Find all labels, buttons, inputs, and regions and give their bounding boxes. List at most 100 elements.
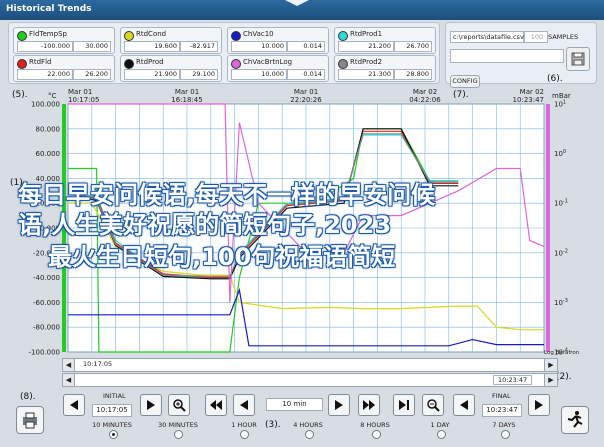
scale-label: Log Barafron (544, 350, 580, 356)
radio-1-day[interactable] (437, 430, 446, 439)
zoom-in-button[interactable] (168, 394, 190, 416)
series-high-value[interactable]: 29.100 (180, 69, 218, 80)
step-interval-field[interactable]: 10 min (266, 398, 323, 411)
right-axis-bar (546, 104, 550, 352)
series-high-value[interactable]: 28.800 (394, 69, 432, 80)
overlay-text-line-3: 最火生日短句,100句祝福语简短 (48, 243, 396, 271)
nav-forward-button[interactable] (140, 394, 162, 416)
time-tick-date: Mar 01 (175, 88, 199, 96)
left-unit-label: °C (48, 92, 57, 100)
series-name: RtdFld (29, 58, 52, 66)
time-tick-date: Mar 02 (520, 88, 544, 96)
zoom-out-button[interactable] (422, 394, 444, 416)
time-tick-date: Mar 01 (68, 88, 92, 96)
file-panel: c:\reports\datafile.csv 100 SAMPLES CONF… (445, 22, 597, 88)
series-name: RtdProd (136, 58, 164, 66)
series-high-value[interactable]: 0.014 (287, 69, 325, 80)
run-button[interactable] (561, 406, 589, 434)
legend-item[interactable]: FldTempSp -100.000 30.000 (13, 27, 115, 54)
series-color-dot (17, 31, 27, 41)
final-time-field[interactable]: 10:23:47 (482, 404, 522, 417)
runner-icon (567, 411, 583, 428)
file-name-field[interactable] (450, 49, 564, 63)
y-tick-label-right: 10-1 (554, 199, 568, 208)
time-tick-date: Mar 01 (294, 88, 318, 96)
radio-4-hours[interactable] (305, 430, 314, 439)
series-name: RtdCond (136, 30, 167, 38)
series-low-value[interactable]: 19.600 (124, 41, 180, 52)
series-color-dot (231, 31, 241, 41)
scroll-right-arrow[interactable]: ▶ (544, 373, 558, 387)
legend-panel: FldTempSp -100.000 30.000 RtdCond 19.600… (8, 22, 440, 84)
printer-icon (23, 412, 37, 429)
y-tick-label-left: 80.000 (36, 125, 61, 133)
radio-7-days[interactable] (501, 430, 510, 439)
radio-8-hours[interactable] (372, 430, 381, 439)
step-back-button[interactable] (233, 394, 255, 416)
fast-rewind-button[interactable] (205, 394, 227, 416)
range-right-arrow[interactable]: ▶ (544, 358, 558, 372)
series-high-value[interactable]: -82.917 (180, 41, 218, 52)
arrow-right-icon (335, 400, 343, 410)
series-high-value[interactable]: 30.000 (73, 41, 111, 52)
series-low-value[interactable]: -100.000 (17, 41, 73, 52)
zoom-in-icon (173, 399, 186, 412)
radio-label: 8 HOURS (360, 421, 390, 429)
time-tick-time: 16:18:45 (171, 96, 202, 104)
step-forward-button[interactable] (328, 394, 350, 416)
time-scroll-bar[interactable]: ◀ 10:23:47 (62, 373, 546, 387)
series-high-value[interactable]: 26.200 (73, 69, 111, 80)
radio-10-minutes[interactable] (109, 430, 118, 439)
scroll-left-arrow[interactable]: ◀ (63, 374, 75, 386)
radio-30-minutes[interactable] (174, 430, 183, 439)
final-back-button[interactable] (453, 394, 475, 416)
radio-label: 4 HOURS (293, 421, 323, 429)
navigation-panel: INITIAL 10:17:05 10 min FINAL 10:23:47 1… (8, 388, 596, 444)
legend-item[interactable]: RtdFld 22.000 26.200 (13, 55, 115, 82)
series-color-dot (124, 31, 134, 41)
series-name: FldTempSp (29, 30, 67, 38)
radio-label: 7 DAYS (492, 421, 516, 429)
y-tick-label-right: 100 (554, 149, 566, 158)
arrow-left-icon (240, 400, 248, 410)
print-button[interactable] (16, 406, 44, 434)
series-color-dot (17, 59, 27, 69)
range-left-arrow[interactable]: ◀ (63, 359, 75, 371)
series-name: RtdProd1 (350, 30, 383, 38)
skip-to-end-button[interactable] (393, 394, 415, 416)
samples-label: SAMPLES (548, 33, 579, 41)
samples-field[interactable]: 100 (524, 31, 548, 43)
series-high-value[interactable]: 26.700 (394, 41, 432, 52)
range-end-value: 10:23:47 (493, 375, 533, 385)
series-low-value[interactable]: 22.000 (17, 69, 73, 80)
legend-item[interactable]: RtdCond 19.600 -82.917 (120, 27, 222, 54)
series-low-value[interactable]: 21.300 (338, 69, 394, 80)
series-low-value[interactable]: 21.900 (124, 69, 180, 80)
window-title: Historical Trends (6, 4, 92, 14)
initial-time-field[interactable]: 10:17:05 (92, 404, 132, 417)
legend-item[interactable]: RtdProd 21.900 29.100 (120, 55, 222, 82)
fast-forward-button[interactable] (358, 394, 380, 416)
overlay-text-line-1: 每日早安问候语,每天不一样的早安问候 (18, 181, 436, 209)
radio-1-hour[interactable] (240, 430, 249, 439)
final-forward-button[interactable] (528, 394, 550, 416)
save-button[interactable] (566, 47, 590, 71)
legend-item[interactable]: RtdProd2 21.300 28.800 (334, 55, 436, 82)
series-low-value[interactable]: 10.000 (231, 41, 287, 52)
y-tick-label-left: 60.000 (36, 150, 61, 158)
legend-item[interactable]: ChVac10 10.000 0.014 (227, 27, 329, 54)
y-tick-label-left: 100.000 (31, 101, 60, 109)
overlay-text-line-2: 语,人生美好祝愿的简短句子,2023 (18, 211, 392, 239)
series-low-value[interactable]: 21.200 (338, 41, 394, 52)
fast-rewind-icon (210, 400, 222, 410)
arrow-right-icon (147, 400, 155, 410)
series-color-dot (338, 59, 348, 69)
y-tick-label-right: 10-3 (554, 298, 568, 307)
file-path-field[interactable]: c:\reports\datafile.csv (450, 31, 524, 43)
legend-item[interactable]: ChVacBrtnLog 10.000 0.014 (227, 55, 329, 82)
legend-item[interactable]: RtdProd1 21.200 26.700 (334, 27, 436, 54)
range-bar[interactable]: ◀ 10:17:05 (62, 358, 546, 372)
nav-back-button[interactable] (63, 394, 85, 416)
series-low-value[interactable]: 10.000 (231, 69, 287, 80)
series-high-value[interactable]: 0.014 (287, 41, 325, 52)
